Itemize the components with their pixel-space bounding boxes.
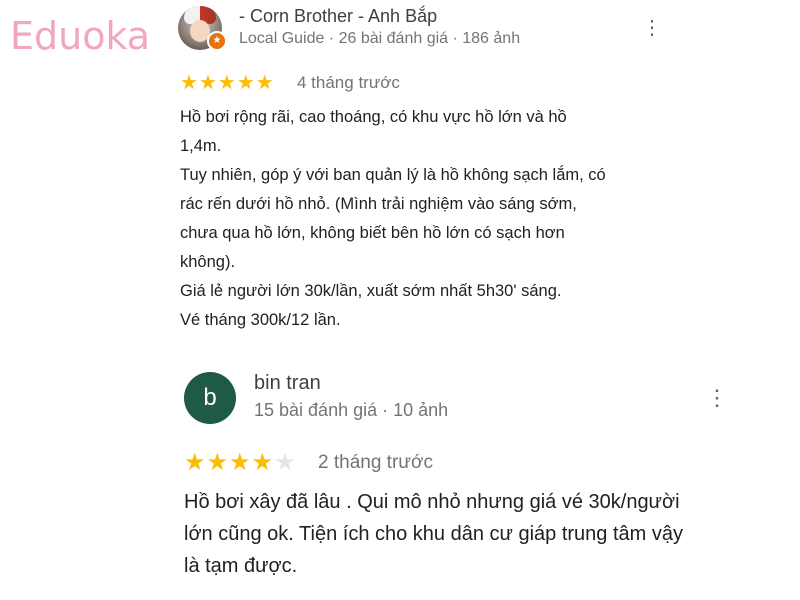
star-icon: ★: [206, 449, 230, 476]
star-icon: ★: [251, 449, 275, 476]
review-time: 2 tháng trước: [318, 452, 433, 473]
review-card: ★ - Corn Brother - Anh Bắp Local Guide ·…: [0, 0, 800, 340]
star-rating: ★ ★ ★ ★ ★: [180, 70, 275, 95]
review-line: lớn cũng ok. Tiện ích cho khu dân cư giá…: [184, 523, 684, 545]
star-icon: ★: [236, 72, 256, 94]
reviewer-name[interactable]: bin tran: [254, 372, 321, 395]
review-text: Hồ bơi rộng rãi, cao thoáng, có khu vực …: [180, 103, 680, 335]
reviewer-meta: 15 bài đánh giá · 10 ảnh: [254, 400, 449, 420]
star-icon: ★: [180, 72, 199, 94]
star-icon: ★: [229, 449, 252, 476]
review-line: chưa qua hồ lớn, không biết bên hồ lớn c…: [180, 224, 565, 242]
star-icon: ★: [198, 72, 218, 94]
review-line: rác rến dưới hồ nhỏ. (Mình trải nghiệm v…: [180, 195, 577, 213]
reviewer-name[interactable]: - Corn Brother - Anh Bắp: [239, 6, 437, 27]
star-rating: ★ ★ ★ ★ ★: [184, 448, 297, 477]
star-empty-icon: ★: [274, 449, 297, 476]
star-icon: ★: [184, 449, 207, 476]
more-vert-icon[interactable]: ⋮: [642, 14, 662, 42]
review-line: 1,4m.: [180, 137, 222, 155]
review-line: Tuy nhiên, góp ý với ban quản lý là hồ k…: [180, 166, 606, 184]
avatar[interactable]: b: [184, 372, 236, 424]
more-vert-icon[interactable]: ⋮: [706, 384, 728, 412]
review-line: Vé tháng 300k/12 lần.: [180, 311, 341, 329]
review-line: Hồ bơi rộng rãi, cao thoáng, có khu vực …: [180, 108, 567, 126]
star-icon: ★: [255, 72, 275, 94]
review-time: 4 tháng trước: [297, 73, 400, 92]
review-line: Hồ bơi xây đã lâu . Qui mô nhỏ nhưng giá…: [184, 491, 680, 513]
star-icon: ★: [217, 72, 237, 94]
local-guide-badge-icon: ★: [207, 31, 227, 51]
review-line: là tạm được.: [184, 555, 298, 577]
review-line: Giá lẻ người lớn 30k/lần, xuất sớm nhất …: [180, 282, 562, 300]
reviewer-meta: Local Guide · 26 bài đánh giá · 186 ảnh: [239, 30, 521, 47]
review-line: không).: [180, 253, 236, 271]
review-text: Hồ bơi xây đã lâu . Qui mô nhỏ nhưng giá…: [184, 486, 744, 582]
